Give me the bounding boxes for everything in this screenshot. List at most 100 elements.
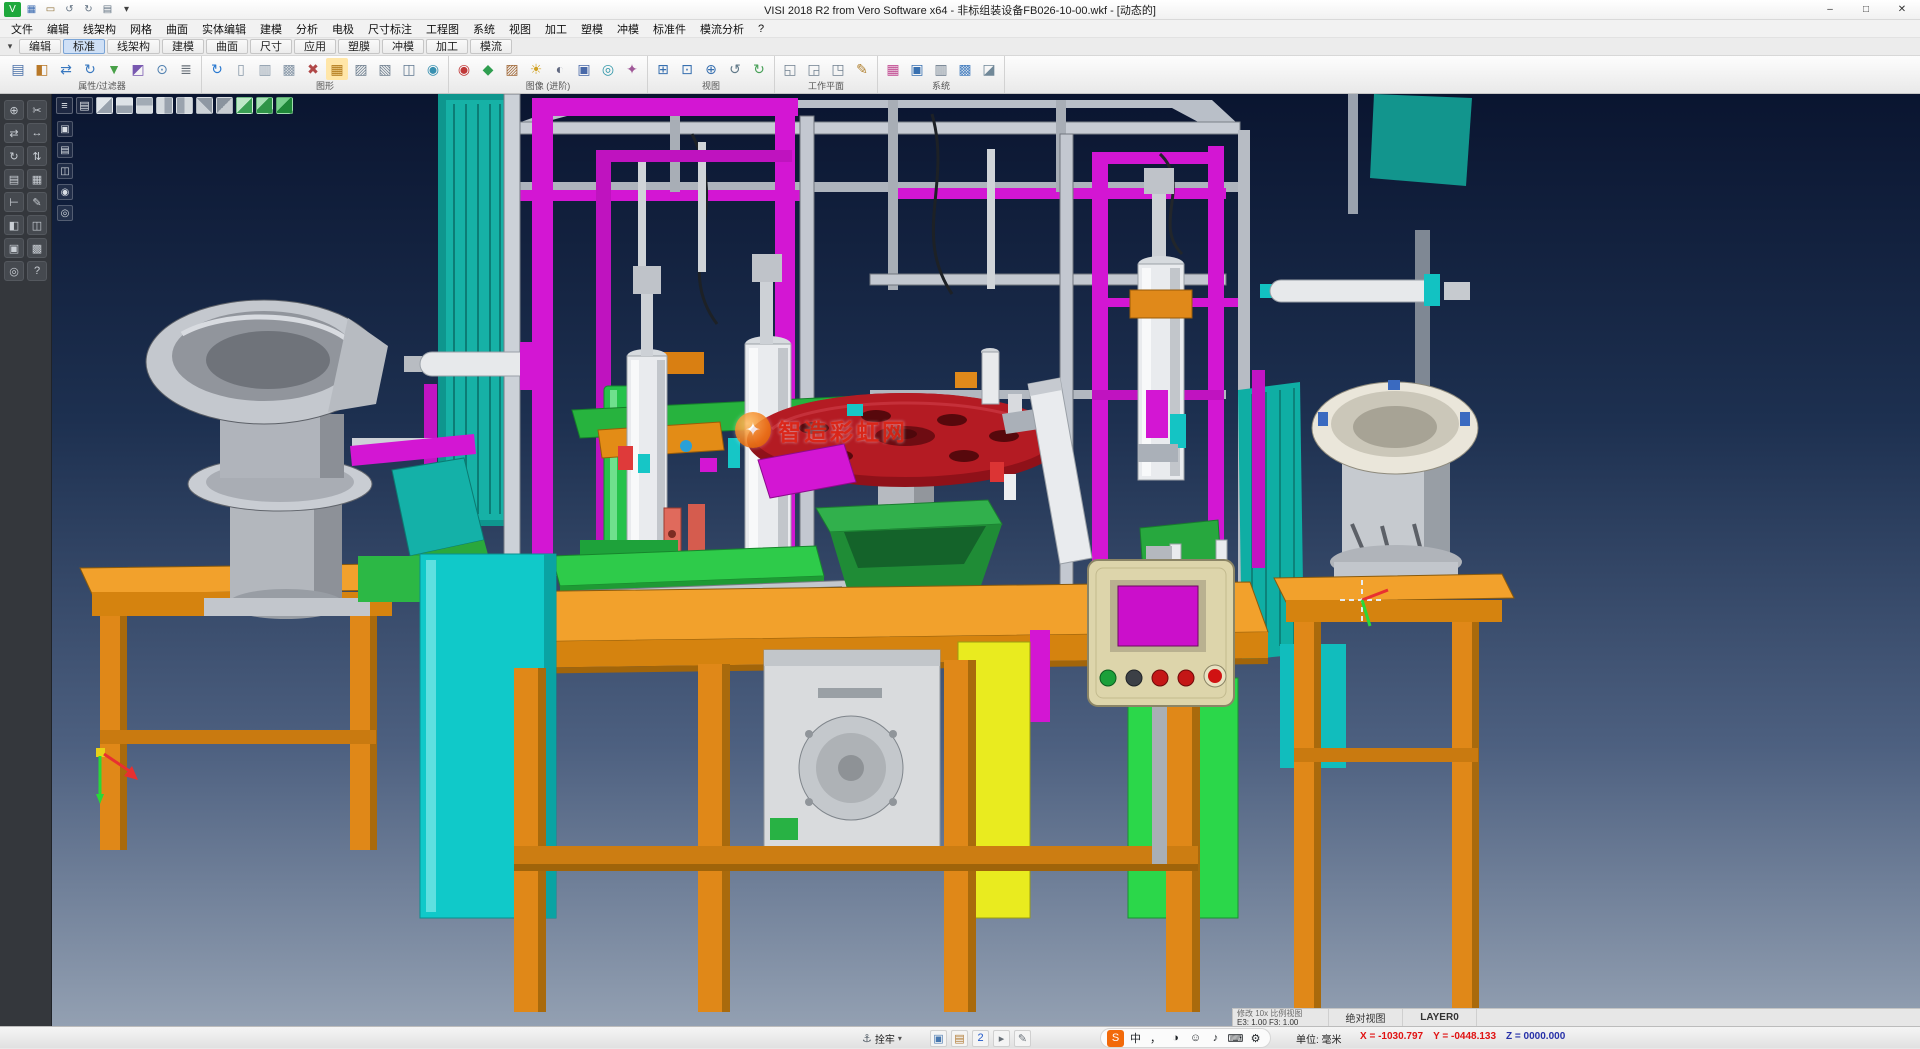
- menu-surface[interactable]: 曲面: [159, 20, 195, 37]
- tab-die[interactable]: 冲模: [382, 39, 424, 54]
- layers-icon[interactable]: ▤: [4, 169, 24, 189]
- menu-edit[interactable]: 编辑: [40, 20, 76, 37]
- view-shaded-cube-icon[interactable]: [276, 97, 293, 114]
- menu-standard-parts[interactable]: 标准件: [646, 20, 693, 37]
- quick-select-icon[interactable]: ⊙: [151, 58, 173, 80]
- workplane-standard-icon[interactable]: ◱: [779, 58, 801, 80]
- view-cube-dimetric-icon[interactable]: [236, 97, 253, 114]
- menu-solid-edit[interactable]: 实体编辑: [195, 20, 253, 37]
- menu-system[interactable]: 系统: [466, 20, 502, 37]
- ime-keyboard[interactable]: ⌨: [1227, 1030, 1244, 1047]
- erase-icon[interactable]: ◫: [27, 215, 47, 235]
- rotate-icon[interactable]: ↻: [4, 146, 24, 166]
- tab-dimension[interactable]: 尺寸: [250, 39, 292, 54]
- zoom-previous-icon[interactable]: ↺: [724, 58, 746, 80]
- menu-analysis[interactable]: 分析: [289, 20, 325, 37]
- lock-dropdown-icon[interactable]: ▾: [898, 1034, 902, 1043]
- tab-surface[interactable]: 曲面: [206, 39, 248, 54]
- zoom-window-icon[interactable]: ⊞: [652, 58, 674, 80]
- menu-modeling[interactable]: 建模: [253, 20, 289, 37]
- snapshot-icon[interactable]: ✦: [621, 58, 643, 80]
- shadows-icon[interactable]: ◐: [549, 58, 571, 80]
- ime-language-toggle[interactable]: 中: [1127, 1030, 1144, 1047]
- lock-toggle[interactable]: ⚓ 拴牢 ▾: [862, 1027, 902, 1049]
- tab-flow[interactable]: 模流: [470, 39, 512, 54]
- mirror-icon[interactable]: ⇅: [27, 146, 47, 166]
- view-cube-back-icon[interactable]: [196, 97, 213, 114]
- color-properties-icon[interactable]: ◧: [31, 58, 53, 80]
- active-layer-field[interactable]: LAYER0: [1403, 1009, 1477, 1026]
- color-palette-icon[interactable]: ▦: [882, 58, 904, 80]
- open-icon[interactable]: ▭: [42, 2, 59, 17]
- help-icon[interactable]: ?: [27, 261, 47, 281]
- ime-voice[interactable]: ♪: [1207, 1030, 1224, 1047]
- hidden-line-icon[interactable]: ▧: [374, 58, 396, 80]
- menu-die[interactable]: 冲模: [610, 20, 646, 37]
- trim-icon[interactable]: ✂: [27, 100, 47, 120]
- text-note-icon[interactable]: ✎: [27, 192, 47, 212]
- ime-fullhalf[interactable]: ◑: [1167, 1030, 1184, 1047]
- tab-wireframe[interactable]: 线架构: [107, 39, 160, 54]
- menu-help[interactable]: ?: [751, 20, 771, 37]
- palette-icon[interactable]: ▤: [951, 1030, 968, 1047]
- perspective-grid-icon[interactable]: ◪: [978, 58, 1000, 80]
- tab-application[interactable]: 应用: [294, 39, 336, 54]
- redraw-icon[interactable]: ↻: [206, 58, 228, 80]
- snap-settings-icon[interactable]: ⊕: [4, 100, 24, 120]
- dynamic-rotate-icon[interactable]: ↻: [748, 58, 770, 80]
- environment-icon[interactable]: ◎: [597, 58, 619, 80]
- camera-capture-icon[interactable]: ▣: [57, 121, 73, 137]
- tab-standard[interactable]: 标准: [63, 39, 105, 54]
- paint-icon[interactable]: ◧: [4, 215, 24, 235]
- view-cube-top-icon[interactable]: [116, 97, 133, 114]
- sogou-logo[interactable]: S: [1107, 1030, 1124, 1047]
- render-icon[interactable]: ◉: [453, 58, 475, 80]
- selection-filter-icon[interactable]: ◩: [127, 58, 149, 80]
- textures-icon[interactable]: ▨: [501, 58, 523, 80]
- visi-logo[interactable]: V: [4, 2, 21, 17]
- document-stack-icon[interactable]: ▥: [254, 58, 276, 80]
- group-icon[interactable]: ▩: [27, 238, 47, 258]
- update-attributes-icon[interactable]: ↻: [79, 58, 101, 80]
- redo-icon[interactable]: ↻: [80, 2, 97, 17]
- cursor-mode-icon[interactable]: ▸: [993, 1030, 1010, 1047]
- hide-icon[interactable]: ◎: [4, 261, 24, 281]
- workplane-3point-icon[interactable]: ◲: [803, 58, 825, 80]
- database-icon[interactable]: ▥: [930, 58, 952, 80]
- menu-mold[interactable]: 塑模: [574, 20, 610, 37]
- tab-machining[interactable]: 加工: [426, 39, 468, 54]
- lock-view-icon[interactable]: ◫: [57, 163, 73, 179]
- filter-funnel-icon[interactable]: ▼: [103, 58, 125, 80]
- zoom-in-icon[interactable]: ⊕: [700, 58, 722, 80]
- ime-toolbox[interactable]: ⚙: [1247, 1030, 1264, 1047]
- copy-graphics-icon[interactable]: ▩: [278, 58, 300, 80]
- menu-mesh[interactable]: 网格: [123, 20, 159, 37]
- tab-modeling[interactable]: 建模: [162, 39, 204, 54]
- maximize-button[interactable]: □: [1848, 0, 1884, 19]
- measure-icon[interactable]: ↔: [27, 123, 47, 143]
- tab-edit[interactable]: 编辑: [19, 39, 61, 54]
- menu-wireframe[interactable]: 线架构: [76, 20, 123, 37]
- menu-file[interactable]: 文件: [4, 20, 40, 37]
- viewport[interactable]: ≡▤ ▣▤◫◉◎ ✦ 智造彩虹网: [52, 94, 1920, 1026]
- filter-list-icon[interactable]: ≣: [175, 58, 197, 80]
- screenshot-icon[interactable]: ▣: [930, 1030, 947, 1047]
- view-cube-left-icon[interactable]: [176, 97, 193, 114]
- view-cube-right-icon[interactable]: [156, 97, 173, 114]
- camera-icon[interactable]: ▣: [573, 58, 595, 80]
- ime-emoji[interactable]: ☺: [1187, 1030, 1204, 1047]
- menu-drafting[interactable]: 工程图: [419, 20, 466, 37]
- view-cube-trimetric-icon[interactable]: [256, 97, 273, 114]
- settings-grid-icon[interactable]: ▩: [954, 58, 976, 80]
- delete-entity-icon[interactable]: ✖: [302, 58, 324, 80]
- section-view-icon[interactable]: ◫: [398, 58, 420, 80]
- clone-icon[interactable]: ▣: [4, 238, 24, 258]
- system-monitor-icon[interactable]: ▣: [906, 58, 928, 80]
- count-badge[interactable]: 2: [972, 1030, 989, 1047]
- transform-icon[interactable]: ⇄: [4, 123, 24, 143]
- grid-icon[interactable]: ▦: [27, 169, 47, 189]
- minimize-button[interactable]: –: [1812, 0, 1848, 19]
- workplane-entity-icon[interactable]: ◳: [827, 58, 849, 80]
- eye-visibility-icon[interactable]: ◎: [57, 205, 73, 221]
- undo-icon[interactable]: ↺: [61, 2, 78, 17]
